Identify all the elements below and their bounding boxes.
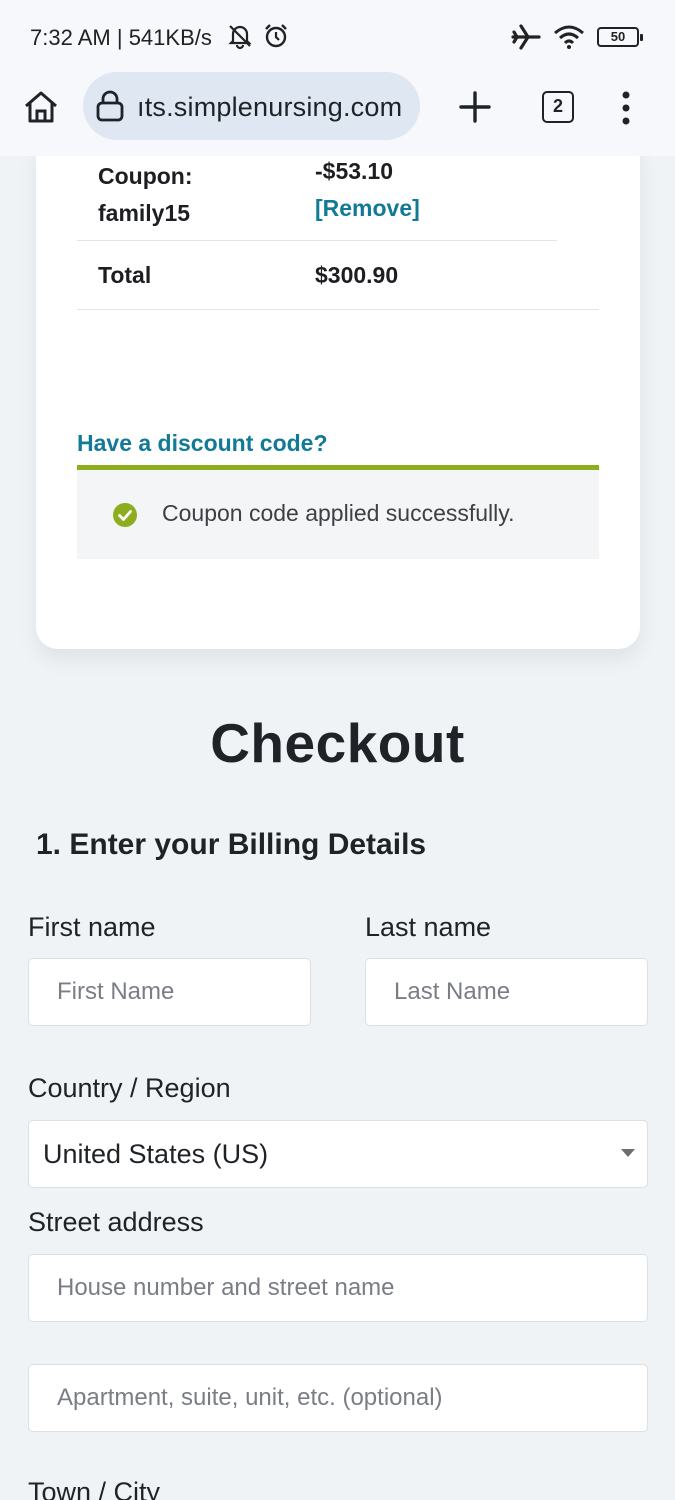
street-address-label: Street address	[28, 1207, 204, 1237]
status-time: 7:32 AM | 541KB/s	[30, 25, 212, 51]
wifi-icon	[554, 25, 584, 49]
battery-level: 50	[610, 29, 626, 44]
tabs-icon[interactable]: 2	[542, 91, 574, 123]
page-title: Checkout	[210, 712, 465, 774]
status-separator: |	[116, 25, 123, 50]
chevron-down-icon	[621, 1149, 635, 1157]
divider	[77, 309, 599, 310]
country-label: Country / Region	[28, 1073, 231, 1103]
lock-icon[interactable]	[95, 90, 125, 122]
first-name-label: First name	[28, 912, 156, 942]
discount-code-link[interactable]: Have a discount code?	[77, 430, 328, 457]
coupon-code: family15	[98, 200, 191, 226]
clock-text: 7:32 AM	[30, 25, 111, 50]
home-icon[interactable]	[22, 88, 60, 126]
address-bar[interactable]: ıts.simplenursing.com	[83, 72, 420, 140]
browser-toolbar: ıts.simplenursing.com 2	[0, 72, 675, 156]
alarm-icon	[265, 24, 287, 48]
plus-icon[interactable]	[458, 90, 492, 124]
country-select[interactable]: United States (US)	[28, 1120, 648, 1188]
country-selected-value: United States (US)	[43, 1138, 269, 1169]
menu-icon[interactable]	[614, 89, 638, 127]
total-value: $300.90	[315, 262, 399, 288]
status-bar: 7:32 AM | 541KB/s 50	[0, 0, 675, 72]
coupon-success-notice: Coupon code applied successfully.	[77, 470, 599, 559]
last-name-label: Last name	[365, 912, 492, 942]
coupon-label-text: Coupon:	[98, 163, 193, 189]
coupon-amount: -$53.10	[315, 158, 394, 184]
mute-bell-icon	[228, 25, 252, 50]
remove-coupon-link[interactable]: [Remove]	[315, 195, 420, 222]
apartment-field[interactable]	[28, 1364, 648, 1432]
page-content: Coupon: family15 -$53.10 [Remove] Total …	[10, 156, 665, 1500]
first-name-field[interactable]	[28, 958, 311, 1026]
network-speed: 541KB/s	[128, 25, 212, 50]
last-name-field[interactable]	[365, 958, 648, 1026]
tab-count: 2	[552, 96, 563, 116]
battery-icon: 50	[597, 27, 643, 47]
street-address-field[interactable]	[28, 1254, 648, 1322]
airplane-icon	[511, 24, 541, 50]
total-label: Total	[98, 262, 152, 288]
order-summary-card: Coupon: family15 -$53.10 [Remove] Total …	[36, 156, 640, 649]
divider	[77, 240, 557, 241]
town-city-label: Town / City	[28, 1477, 161, 1500]
url-text[interactable]: ıts.simplenursing.com	[137, 92, 402, 123]
billing-section-title: 1. Enter your Billing Details	[36, 828, 427, 861]
coupon-label: Coupon: family15	[98, 158, 193, 232]
check-circle-icon	[113, 503, 137, 527]
success-message: Coupon code applied successfully.	[162, 500, 515, 526]
